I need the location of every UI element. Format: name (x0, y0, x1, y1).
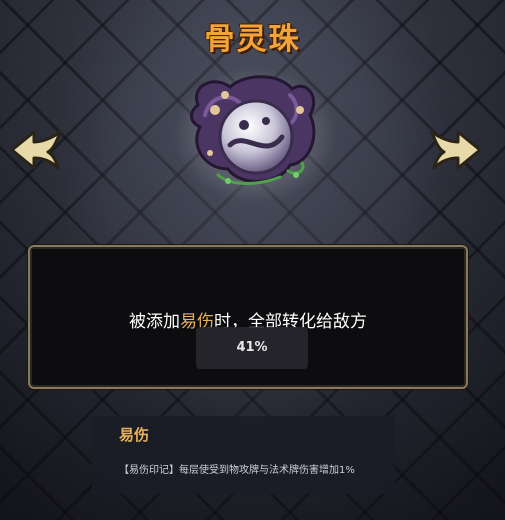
relic-title: 骨灵珠 (204, 22, 301, 57)
prev-relic-button[interactable] (8, 128, 64, 172)
relic-image (170, 65, 340, 205)
keyword-tooltip: 易伤 【易伤印记】每层使受到物攻牌与法术牌伤害增加1% (92, 416, 395, 494)
description-panel: 被添加易伤时，全部转化给敌方 41% (28, 245, 468, 389)
purple-crystal-orb-icon (173, 67, 337, 203)
progress-indicator: 41% (196, 327, 308, 369)
tooltip-title: 易伤 (119, 426, 150, 444)
next-relic-button[interactable] (428, 128, 484, 172)
arrow-left-icon (10, 130, 62, 170)
description-prefix: 被添加 (129, 312, 180, 332)
arrow-right-icon (430, 130, 482, 170)
tooltip-body: 【易伤印记】每层使受到物攻牌与法术牌伤害增加1% (119, 465, 355, 476)
